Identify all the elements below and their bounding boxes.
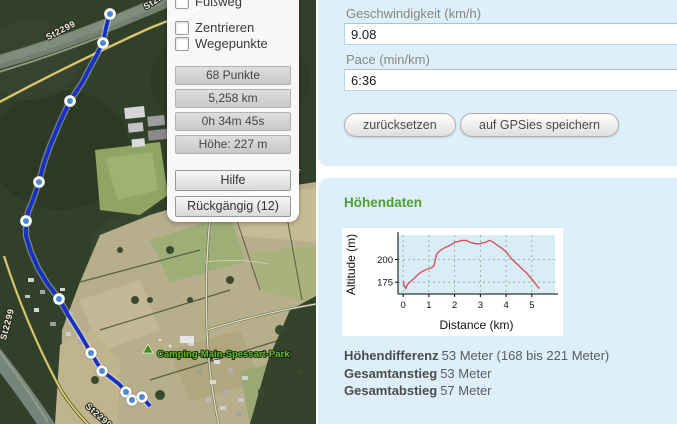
- pace-label: Pace (min/km): [346, 52, 430, 67]
- zentrieren-row: Zentrieren: [175, 20, 254, 35]
- satellite-map[interactable]: St2299 St2299 St2299 St2299 ße Camping-M…: [0, 0, 316, 424]
- svg-text:175: 175: [377, 278, 393, 289]
- reset-button[interactable]: zurücksetzen: [344, 113, 456, 137]
- svg-text:4: 4: [503, 300, 508, 311]
- camping-label: Camping-Main-Spessart-Park: [157, 349, 290, 360]
- fussweg-label: Fußweg: [195, 0, 242, 9]
- help-button[interactable]: Hilfe: [175, 170, 291, 191]
- elevation-stats: Höhendifferenz53 Meter (168 bis 221 Mete…: [344, 347, 609, 400]
- elevation-chart: 0 1 2 3 4 5 175 200 Distance (km) Altitude (m): [342, 228, 563, 336]
- points-count-badge: 68 Punkte: [175, 66, 291, 85]
- svg-text:Distance (km): Distance (km): [439, 318, 513, 332]
- svg-text:200: 200: [377, 255, 393, 266]
- svg-text:0: 0: [400, 300, 405, 311]
- fussweg-row: Fußweg: [175, 0, 242, 9]
- distance-badge: 5,258 km: [175, 89, 291, 108]
- total-descent-line: Gesamtabstieg57 Meter: [344, 382, 609, 400]
- svg-text:2: 2: [452, 300, 457, 311]
- elevation-chart-svg: 0 1 2 3 4 5 175 200 Distance (km) Altitude (m): [342, 228, 563, 336]
- duration-badge: 0h 34m 45s: [175, 112, 291, 131]
- altitude-badge: Höhe: 227 m: [175, 135, 291, 154]
- speed-input[interactable]: [344, 23, 677, 45]
- undo-button[interactable]: Rückgängig (12): [175, 196, 291, 217]
- zentrieren-checkbox[interactable]: [175, 21, 189, 35]
- svg-text:Altitude (m): Altitude (m): [344, 234, 358, 295]
- svg-text:3: 3: [478, 300, 483, 311]
- fussweg-checkbox[interactable]: [175, 0, 189, 9]
- svg-text:5: 5: [529, 300, 534, 311]
- speed-label: Geschwindigkeit (km/h): [346, 6, 481, 21]
- wegepunkte-checkbox[interactable]: [175, 37, 189, 51]
- map-tools-panel: Fußweg Zentrieren Wegepunkte 68 Punkte 5…: [167, 0, 299, 222]
- wegepunkte-label: Wegepunkte: [195, 36, 268, 51]
- total-ascent-line: Gesamtanstieg53 Meter: [344, 365, 609, 383]
- svg-text:1: 1: [426, 300, 431, 311]
- elevation-heading: Höhendaten: [344, 195, 422, 210]
- gpsies-track-editor: St2299 St2299 St2299 St2299 ße Camping-M…: [0, 0, 677, 424]
- elevation-diff-line: Höhendifferenz53 Meter (168 bis 221 Mete…: [344, 347, 609, 365]
- pace-input[interactable]: [344, 69, 677, 91]
- zentrieren-label: Zentrieren: [195, 20, 254, 35]
- save-button[interactable]: auf GPSies speichern: [460, 113, 619, 137]
- wegepunkte-row: Wegepunkte: [175, 36, 268, 51]
